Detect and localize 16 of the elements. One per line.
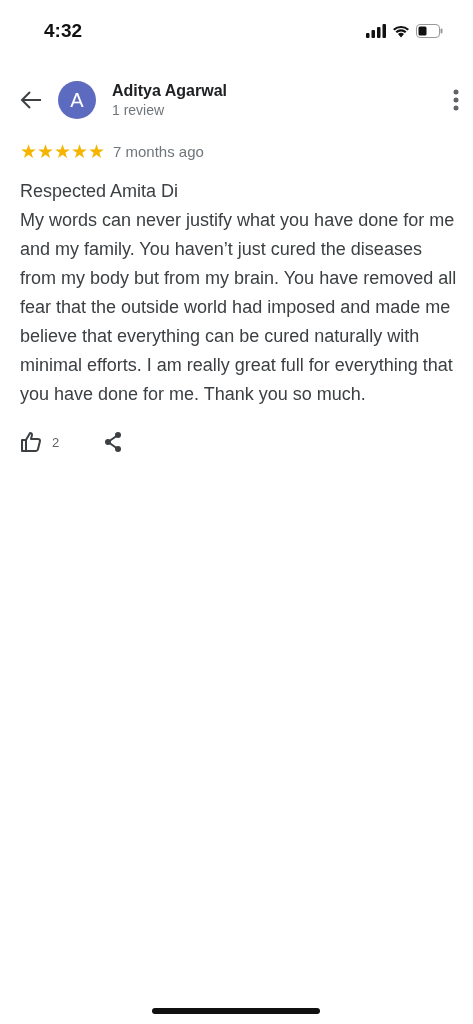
battery-icon (416, 24, 443, 38)
thumbs-up-icon[interactable] (20, 431, 42, 453)
like-count: 2 (52, 434, 60, 450)
back-icon[interactable] (20, 90, 42, 110)
review-count: 1 review (112, 102, 166, 118)
share-icon[interactable] (103, 431, 124, 453)
star-rating: ★★★★★ (20, 142, 105, 161)
review-greeting: Respected Amita Di (20, 180, 180, 203)
avatar: A (58, 81, 96, 119)
wifi-icon (392, 24, 410, 38)
status-time: 4:32 (44, 20, 83, 42)
review-text: My words can never justify what you have done for me and my family. You haven’t just cured the diseases from my body but from my brain. You have removed all fear that the outside world had imposed and made me believe that everything can be cured naturally with minimal efforts. I am really great full for everything that you have done for me. Thank you so much. (20, 209, 458, 406)
review-age: 7 months ago (113, 143, 204, 160)
reviewer-name: Aditya Agarwal (112, 82, 228, 100)
signal-icon (366, 24, 386, 38)
more-icon[interactable] (453, 89, 459, 111)
